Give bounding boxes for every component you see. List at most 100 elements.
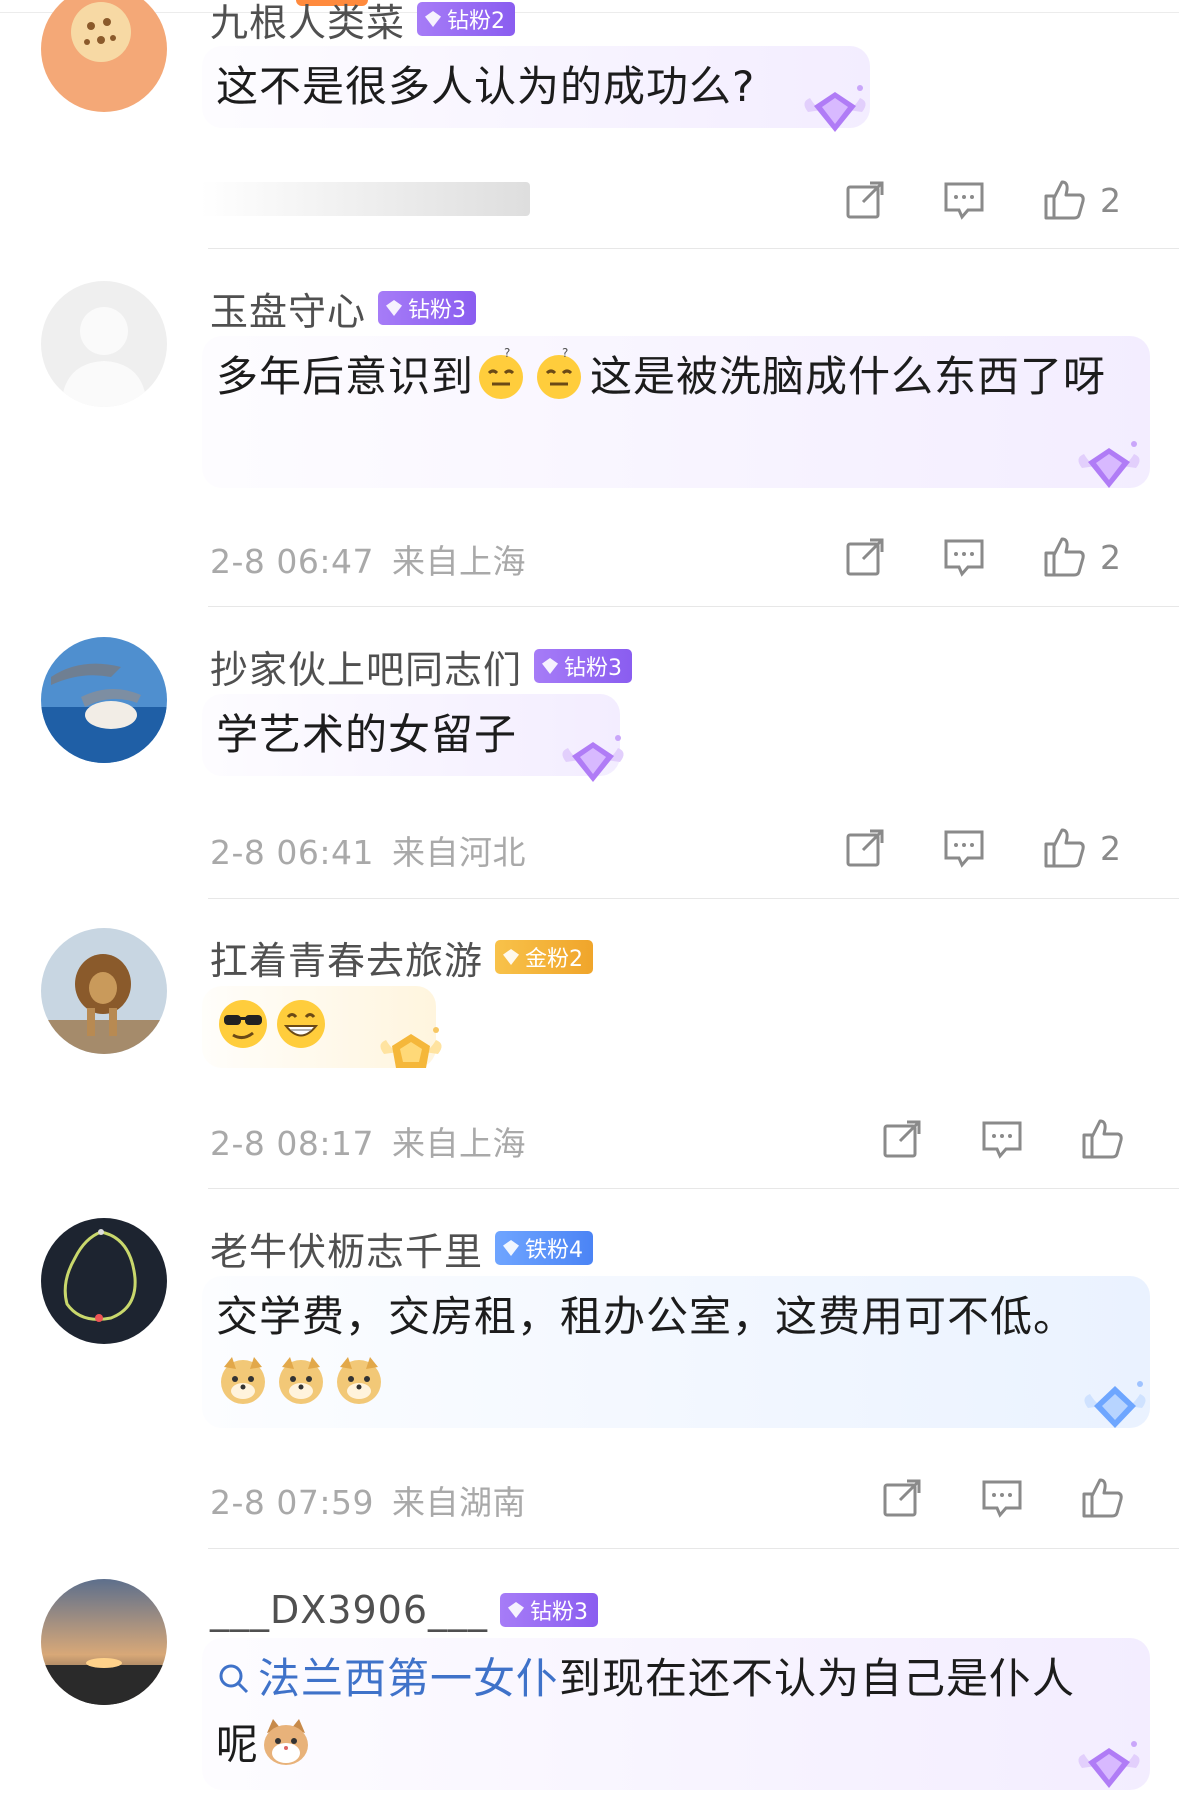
- fan-badge[interactable]: 金粉2: [495, 940, 594, 974]
- comment-bubble: 交学费，交房租，租办公室，这费用可不低。: [202, 1276, 1150, 1428]
- doge-emoji: [216, 1353, 270, 1407]
- avatar[interactable]: [41, 1579, 167, 1705]
- gold-fan-decoration: [376, 1022, 446, 1082]
- dizzy-face-emoji: ?: [474, 347, 528, 401]
- comment-bubble: 多年后意识到?? 这是被洗脑成什么东西了呀: [202, 336, 1150, 488]
- repost-button[interactable]: [880, 1114, 924, 1164]
- like-count: 2: [1100, 828, 1121, 868]
- diamond-fan-decoration: [558, 730, 628, 790]
- name-row: 抄家伙上吧同志们 钻粉3: [210, 639, 633, 694]
- comment-icon: [944, 182, 984, 220]
- dizzy-face-emoji: ?: [532, 347, 586, 401]
- repost-button[interactable]: [843, 823, 887, 873]
- comment-bubble: 法兰西第一女仆到现在还不认为自己是仆人 呢: [202, 1638, 1150, 1790]
- comment-text: 交学费，交房租，租办公室，这费用可不低。: [216, 1284, 1136, 1416]
- diamond-fan-decoration: [1074, 1736, 1144, 1796]
- name-row: ___DX3906___ 钻粉3: [210, 1585, 598, 1635]
- diamond-fan-decoration: [1074, 436, 1144, 496]
- thumbs-up-icon: [1044, 828, 1085, 868]
- diamond-icon: [386, 300, 403, 316]
- comment-button[interactable]: [942, 823, 986, 873]
- thumbs-up-icon: [1082, 1119, 1123, 1159]
- comment-meta: 2-8 08:17 来自上海: [210, 1117, 526, 1165]
- username[interactable]: 老牛伏枥志千里: [210, 1221, 483, 1276]
- username[interactable]: 扛着青春去旅游: [210, 930, 483, 985]
- avatar[interactable]: [41, 0, 167, 112]
- avatar[interactable]: [41, 637, 167, 763]
- fan-badge[interactable]: 钻粉3: [378, 291, 477, 325]
- like-count: 2: [1100, 180, 1121, 220]
- name-row: 玉盘守心 钻粉3: [210, 281, 477, 336]
- username[interactable]: 抄家伙上吧同志们: [210, 639, 522, 694]
- text-part: 呢: [216, 1720, 260, 1769]
- search-icon: [216, 1661, 252, 1697]
- diamond-icon: [542, 658, 559, 674]
- badge-label: 钻粉2: [447, 9, 506, 34]
- divider: [208, 1548, 1179, 1549]
- thumbs-up-icon: [1044, 180, 1085, 220]
- repost-button[interactable]: [843, 175, 887, 225]
- thumbs-up-icon: [1044, 537, 1085, 577]
- fan-badge[interactable]: 钻粉3: [500, 1593, 598, 1627]
- divider: [208, 606, 1179, 607]
- divider: [208, 1188, 1179, 1189]
- username[interactable]: 九根人类菜: [210, 0, 405, 47]
- comment-button[interactable]: [980, 1114, 1024, 1164]
- text-part: 多年后意识到: [216, 352, 475, 401]
- badge-label: 钻粉3: [530, 1600, 588, 1625]
- badge-label: 金粉2: [525, 947, 584, 972]
- blurred-meta: [200, 182, 530, 216]
- timestamp: 2-8 08:17: [210, 1124, 374, 1163]
- blue-diamond-icon: [503, 1240, 520, 1256]
- sunglasses-emoji: [216, 997, 270, 1051]
- avatar[interactable]: [41, 281, 167, 407]
- top-divider: [0, 0, 1179, 13]
- text-part: 这是被洗脑成什么东西了呀: [590, 352, 1107, 401]
- comment-text: 学艺术的女留子: [216, 710, 518, 759]
- share-icon: [883, 1479, 921, 1517]
- diamond-icon: [508, 1602, 524, 1618]
- repost-button[interactable]: [843, 532, 887, 582]
- comment-text: 法兰西第一女仆到现在还不认为自己是仆人 呢: [216, 1646, 1136, 1778]
- share-icon: [846, 181, 884, 219]
- badge-label: 铁粉4: [525, 1238, 584, 1263]
- diamond-fan-decoration: [800, 80, 870, 140]
- divider: [208, 248, 1179, 249]
- comment-text: 这不是很多人认为的成功么?: [216, 62, 756, 111]
- topic-link[interactable]: 法兰西第一女仆: [258, 1654, 559, 1703]
- username[interactable]: 玉盘守心: [210, 281, 366, 336]
- location: 来自上海: [392, 1124, 526, 1163]
- badge-label: 钻粉3: [564, 656, 623, 681]
- divider: [208, 898, 1179, 899]
- fan-badge[interactable]: 钻粉3: [534, 649, 633, 683]
- share-icon: [846, 538, 884, 576]
- avatar[interactable]: [41, 928, 167, 1054]
- fan-badge[interactable]: 铁粉4: [495, 1231, 594, 1265]
- timestamp: 2-8 07:59: [210, 1483, 374, 1522]
- comment-meta: 2-8 06:41 来自河北: [210, 826, 526, 874]
- comment-icon: [982, 1121, 1022, 1159]
- comment-button[interactable]: [980, 1473, 1024, 1523]
- like-button[interactable]: [1080, 1114, 1124, 1164]
- name-row: 扛着青春去旅游 金粉2: [210, 930, 594, 985]
- text-part: 到现在还不认为自己是仆人: [559, 1654, 1076, 1703]
- like-button[interactable]: [1080, 1473, 1124, 1523]
- doge-emoji: [274, 1353, 328, 1407]
- share-icon: [883, 1120, 921, 1158]
- comment-button[interactable]: [942, 532, 986, 582]
- like-button[interactable]: 2: [1042, 532, 1121, 582]
- like-button[interactable]: 2: [1042, 175, 1121, 225]
- badge-label: 钻粉3: [408, 298, 467, 323]
- svg-text:?: ?: [562, 347, 569, 360]
- like-button[interactable]: 2: [1042, 823, 1121, 873]
- comment-button[interactable]: [942, 175, 986, 225]
- avatar[interactable]: [41, 1218, 167, 1344]
- repost-button[interactable]: [880, 1473, 924, 1523]
- name-row: 九根人类菜 钻粉2: [210, 0, 516, 47]
- comment-meta: 2-8 06:47 来自上海: [210, 535, 526, 583]
- name-row: 老牛伏枥志千里 铁粉4: [210, 1221, 594, 1276]
- fan-badge[interactable]: 钻粉2: [417, 2, 516, 36]
- username[interactable]: ___DX3906___: [210, 1588, 488, 1632]
- location: 来自河北: [392, 833, 526, 872]
- location: 来自上海: [392, 542, 526, 581]
